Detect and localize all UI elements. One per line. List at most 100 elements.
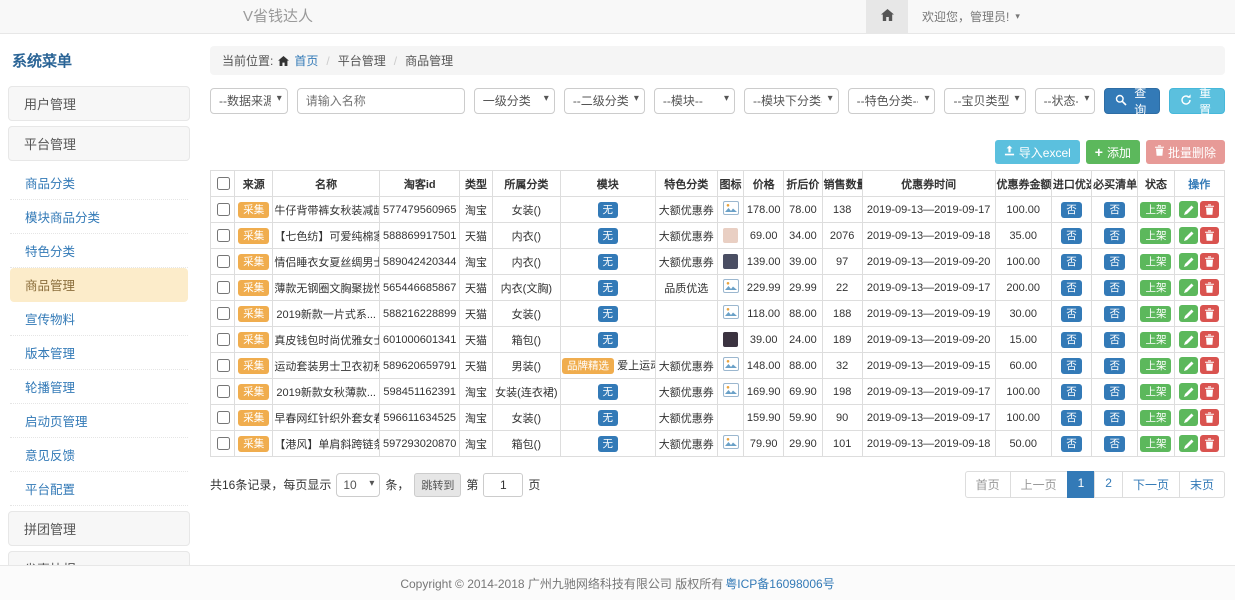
delete-button[interactable] (1200, 227, 1219, 244)
must-buy-toggle[interactable]: 否 (1104, 358, 1125, 374)
import-optimal-toggle[interactable]: 否 (1061, 384, 1082, 400)
delete-button[interactable] (1200, 201, 1219, 218)
module-badge[interactable]: 无 (598, 436, 619, 452)
sidebar-item[interactable]: 意见反馈 (10, 438, 188, 472)
edit-button[interactable] (1179, 279, 1198, 296)
import-optimal-toggle[interactable]: 否 (1061, 436, 1082, 452)
delete-button[interactable] (1200, 331, 1219, 348)
import-optimal-toggle[interactable]: 否 (1061, 306, 1082, 322)
row-checkbox[interactable] (217, 411, 230, 424)
level1-filter[interactable]: 一级分类 (474, 88, 555, 114)
item-type-filter[interactable]: --宝贝类型-- (944, 88, 1025, 114)
sidebar-item[interactable]: 拼团管理 (8, 511, 190, 546)
module-badge[interactable]: 无 (598, 384, 619, 400)
must-buy-toggle[interactable]: 否 (1104, 306, 1125, 322)
name-input-field[interactable] (297, 88, 465, 114)
status-badge[interactable]: 上架 (1140, 306, 1171, 322)
import-optimal-toggle[interactable]: 否 (1061, 254, 1082, 270)
module-badge[interactable]: 无 (598, 202, 619, 218)
pager-item[interactable]: 末页 (1179, 471, 1225, 498)
status-badge[interactable]: 上架 (1140, 254, 1171, 270)
must-buy-toggle[interactable]: 否 (1104, 436, 1125, 452)
edit-button[interactable] (1179, 409, 1198, 426)
import-optimal-toggle[interactable]: 否 (1061, 410, 1082, 426)
row-checkbox[interactable] (217, 333, 230, 346)
reset-button[interactable]: 重置 (1169, 88, 1225, 114)
select-all-checkbox[interactable] (217, 177, 230, 190)
status-badge[interactable]: 上架 (1140, 332, 1171, 348)
sidebar-item[interactable]: 版本管理 (10, 336, 188, 370)
status-badge[interactable]: 上架 (1140, 410, 1171, 426)
sidebar-item[interactable]: 用户管理 (8, 86, 190, 121)
row-checkbox[interactable] (217, 229, 230, 242)
edit-button[interactable] (1179, 201, 1198, 218)
edit-button[interactable] (1179, 227, 1198, 244)
module-badge[interactable]: 无 (598, 254, 619, 270)
pager-item[interactable]: 上一页 (1010, 471, 1068, 498)
status-badge[interactable]: 上架 (1140, 228, 1171, 244)
module-badge[interactable]: 无 (598, 228, 619, 244)
module-badge[interactable]: 无 (598, 280, 619, 296)
import-optimal-toggle[interactable]: 否 (1061, 358, 1082, 374)
edit-button[interactable] (1179, 357, 1198, 374)
edit-button[interactable] (1179, 331, 1198, 348)
sidebar-item[interactable]: 宣传物料 (10, 302, 188, 336)
must-buy-toggle[interactable]: 否 (1104, 254, 1125, 270)
sidebar-item[interactable]: 轮播管理 (10, 370, 188, 404)
delete-button[interactable] (1200, 305, 1219, 322)
edit-button[interactable] (1179, 383, 1198, 400)
sidebar-item[interactable]: 商品分类 (10, 166, 188, 200)
delete-button[interactable] (1200, 383, 1219, 400)
import-excel-button[interactable]: 导入excel (995, 140, 1080, 164)
sidebar-item[interactable]: 平台管理 (8, 126, 190, 161)
edit-button[interactable] (1179, 253, 1198, 270)
module-badge[interactable]: 品牌精选 (562, 358, 614, 374)
edit-button[interactable] (1179, 435, 1198, 452)
sidebar-item[interactable]: 特色分类 (10, 234, 188, 268)
delete-button[interactable] (1200, 279, 1219, 296)
import-optimal-toggle[interactable]: 否 (1061, 202, 1082, 218)
status-filter[interactable]: --状态-- (1035, 88, 1096, 114)
batch-delete-button[interactable]: 批量删除 (1146, 140, 1225, 164)
sidebar-item[interactable]: 省惠快报 (8, 551, 190, 565)
must-buy-toggle[interactable]: 否 (1104, 332, 1125, 348)
pager-item[interactable]: 2 (1094, 471, 1123, 498)
module-badge[interactable]: 无 (598, 306, 619, 322)
status-badge[interactable]: 上架 (1140, 436, 1171, 452)
sidebar-item[interactable]: 平台配置 (10, 472, 188, 506)
row-checkbox[interactable] (217, 281, 230, 294)
status-badge[interactable]: 上架 (1140, 358, 1171, 374)
import-optimal-toggle[interactable]: 否 (1061, 332, 1082, 348)
home-button[interactable] (866, 0, 908, 33)
delete-button[interactable] (1200, 253, 1219, 270)
pager-item[interactable]: 首页 (965, 471, 1011, 498)
add-button[interactable]: + 添加 (1086, 140, 1140, 164)
delete-button[interactable] (1200, 435, 1219, 452)
jump-button[interactable]: 跳转到 (414, 473, 461, 497)
status-badge[interactable]: 上架 (1140, 384, 1171, 400)
feature-filter[interactable]: --特色分类-- (848, 88, 936, 114)
delete-button[interactable] (1200, 357, 1219, 374)
icp-link[interactable]: 粤ICP备16098006号 (725, 575, 834, 592)
row-checkbox[interactable] (217, 359, 230, 372)
module-badge[interactable]: 无 (598, 332, 619, 348)
page-size-select[interactable]: 10 (336, 473, 380, 497)
jump-page-input[interactable] (483, 473, 523, 497)
pager-item[interactable]: 1 (1067, 471, 1096, 498)
pager-item[interactable]: 下一页 (1122, 471, 1180, 498)
sidebar-item[interactable]: 模块商品分类 (10, 200, 188, 234)
user-menu[interactable]: 欢迎您，管理员! ▾ (908, 0, 1034, 33)
must-buy-toggle[interactable]: 否 (1104, 384, 1125, 400)
row-checkbox[interactable] (217, 255, 230, 268)
status-badge[interactable]: 上架 (1140, 280, 1171, 296)
sidebar-item[interactable]: 启动页管理 (10, 404, 188, 438)
level2-filter[interactable]: --二级分类-- (564, 88, 645, 114)
sidebar-item[interactable]: 商品管理 (10, 268, 188, 302)
row-checkbox[interactable] (217, 437, 230, 450)
row-checkbox[interactable] (217, 203, 230, 216)
status-badge[interactable]: 上架 (1140, 202, 1171, 218)
module-badge[interactable]: 无 (598, 410, 619, 426)
import-optimal-toggle[interactable]: 否 (1061, 228, 1082, 244)
must-buy-toggle[interactable]: 否 (1104, 280, 1125, 296)
import-optimal-toggle[interactable]: 否 (1061, 280, 1082, 296)
